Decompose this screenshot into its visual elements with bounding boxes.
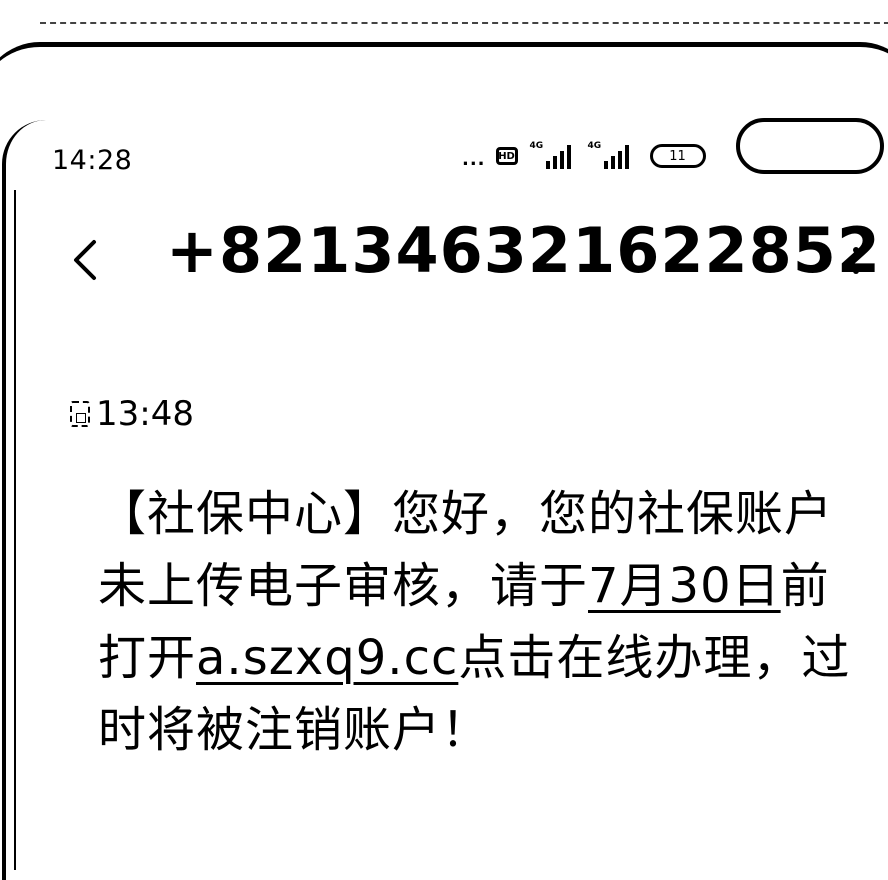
phone-bezel-left-inner	[14, 190, 16, 870]
message-timestamp-row: 13:48	[70, 394, 194, 434]
status-bar-time: 14:28	[52, 145, 133, 176]
phone-bezel-left	[2, 120, 46, 880]
message-body: 【社保中心】您好，您的社保账户未上传电子审核，请于7月30日前打开a.szxq9…	[98, 478, 858, 766]
signal-network-tag: 4G	[587, 141, 602, 151]
message-time: 13:48	[96, 394, 194, 434]
status-bar-icons: ... HD 4G 4G 11	[462, 136, 706, 176]
back-button[interactable]	[66, 236, 106, 284]
message-link[interactable]: a.szxq9.cc	[196, 630, 458, 686]
notification-dots-icon: ...	[462, 148, 486, 170]
front-camera-cutout	[736, 118, 884, 174]
more-vertical-icon	[853, 226, 859, 232]
sender-phone-number: +821346321622852	[166, 214, 882, 287]
signal-network-tag: 4G	[529, 141, 544, 151]
battery-icon: 11	[649, 144, 706, 168]
signal-icon: 4G	[528, 141, 576, 171]
hd-icon: HD	[495, 147, 518, 165]
chevron-left-icon	[74, 240, 96, 280]
more-options-button[interactable]	[846, 226, 866, 274]
sim-card-icon	[70, 401, 90, 427]
message-date[interactable]: 7月30日	[588, 558, 781, 614]
signal-icon: 4G	[586, 141, 634, 171]
